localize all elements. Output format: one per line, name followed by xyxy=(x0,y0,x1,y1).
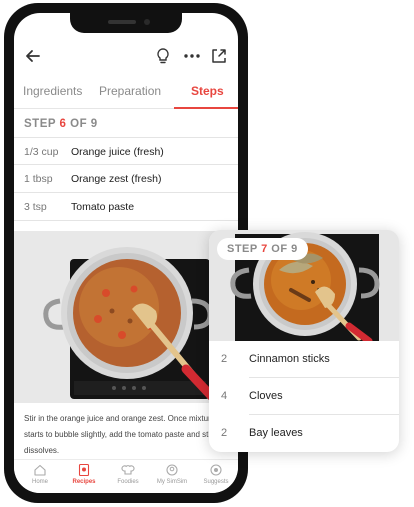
nav-my-simsim[interactable]: My SimSim xyxy=(150,463,194,485)
list-item: 2 Cinnamon sticks xyxy=(209,341,399,378)
step-heading: STEP 6 OF 9 xyxy=(24,118,98,130)
nav-foodies[interactable]: Foodies xyxy=(106,463,150,485)
step-total: OF 9 xyxy=(271,243,298,255)
nav-recipes[interactable]: Recipes xyxy=(62,463,106,485)
home-icon xyxy=(34,464,46,476)
step-photo xyxy=(14,231,238,403)
ingredient-quantity: 2 xyxy=(221,427,228,439)
next-step-badge: STEP 7 OF 9 xyxy=(217,238,308,260)
step-current: 7 xyxy=(261,243,268,255)
ingredient-quantity: 1 tbsp xyxy=(24,173,53,185)
top-bar xyxy=(14,41,238,71)
step-ingredient-list: 1/3 cup Orange juice (fresh) 1 tbsp Oran… xyxy=(14,137,238,221)
list-item: 1/3 cup Orange juice (fresh) xyxy=(14,137,238,165)
front-camera xyxy=(144,19,150,25)
list-item: 4 Cloves xyxy=(209,378,399,415)
step-instruction: Stir in the orange juice and orange zest… xyxy=(24,414,236,455)
ingredient-quantity: 3 tsp xyxy=(24,201,47,213)
step-prefix: STEP xyxy=(24,118,56,130)
tab-bar: Ingredients Preparation Steps xyxy=(14,75,238,109)
more-options-icon[interactable] xyxy=(181,45,203,67)
lightbulb-icon[interactable] xyxy=(152,45,174,67)
ingredient-name: Cinnamon sticks xyxy=(249,353,330,365)
step-prefix: STEP xyxy=(227,243,258,255)
ingredient-quantity: 2 xyxy=(221,353,228,365)
list-item: 1 tbsp Orange zest (fresh) xyxy=(14,165,238,193)
next-step-card[interactable]: STEP 7 OF 9 2 Cinnamon sticks 4 Cloves 2… xyxy=(209,230,399,452)
tab-ingredients[interactable]: Ingredients xyxy=(23,84,82,98)
step-total: OF 9 xyxy=(70,118,98,130)
recipes-icon xyxy=(78,463,90,477)
back-arrow-icon[interactable] xyxy=(22,45,44,67)
ingredient-name: Orange juice (fresh) xyxy=(71,146,164,158)
ingredient-name: Bay leaves xyxy=(249,427,303,439)
ingredient-name: Cloves xyxy=(249,390,283,402)
phone-screen: Ingredients Preparation Steps STEP 6 OF … xyxy=(14,13,238,493)
chef-hat-icon xyxy=(121,465,135,475)
share-icon[interactable] xyxy=(208,45,230,67)
tab-steps[interactable]: Steps xyxy=(191,84,224,98)
suggests-icon xyxy=(210,464,222,476)
ingredient-name: Orange zest (fresh) xyxy=(71,173,162,185)
nav-label: My SimSim xyxy=(156,479,188,485)
cooking-pan-illustration xyxy=(14,231,238,403)
phone-notch xyxy=(70,13,182,33)
ingredient-name: Tomato paste xyxy=(71,201,135,213)
list-item: 3 tsp Tomato paste xyxy=(14,193,238,221)
step-current: 6 xyxy=(59,118,67,130)
tab-preparation[interactable]: Preparation xyxy=(99,84,161,98)
simsim-icon xyxy=(166,464,178,476)
nav-label: Home xyxy=(31,479,48,485)
nav-suggests[interactable]: Suggests xyxy=(194,463,238,485)
nav-label: Foodies xyxy=(117,479,139,485)
nav-label: Suggests xyxy=(203,479,229,485)
bottom-navigation: Home Recipes Foodies My SimSim Suggests xyxy=(14,459,238,493)
next-step-ingredient-list: 2 Cinnamon sticks 4 Cloves 2 Bay leaves xyxy=(209,341,399,452)
ingredient-quantity: 1/3 cup xyxy=(24,146,59,158)
speaker-grille xyxy=(108,20,136,24)
list-item: 2 Bay leaves xyxy=(209,415,399,452)
ingredient-quantity: 4 xyxy=(221,390,228,402)
active-tab-indicator xyxy=(174,107,238,109)
nav-label: Recipes xyxy=(72,479,96,485)
nav-home[interactable]: Home xyxy=(18,463,62,485)
next-step-photo: STEP 7 OF 9 xyxy=(209,230,399,341)
